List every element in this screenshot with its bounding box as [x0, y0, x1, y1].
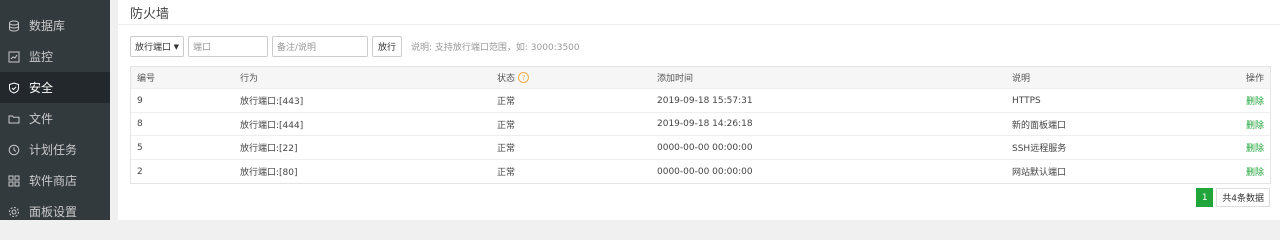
clock-icon	[8, 144, 20, 156]
table-row: 8 放行端口:[444] 正常 2019-09-18 14:26:18 新的面板…	[131, 113, 1270, 136]
row-id: 5	[137, 142, 143, 153]
sidebar-item-label: 文件	[29, 112, 54, 126]
folder-icon	[8, 113, 20, 125]
note-input[interactable]: 备注/说明	[272, 36, 368, 57]
delete-link[interactable]: 删除	[1246, 160, 1264, 183]
firewall-toolbar: 放行端口 ▼ 端口 备注/说明 放行 说明: 支持放行端口范围，如: 3000:…	[130, 36, 580, 57]
pagination: 1 共4条数据	[1196, 188, 1270, 207]
table-header: 编号 行为 状态 ? 添加时间 说明 操作	[131, 67, 1270, 89]
row-id: 9	[137, 95, 143, 106]
row-desc: SSH远程服务	[1012, 144, 1067, 154]
row-status: 正常	[497, 97, 516, 107]
header-status-label: 状态	[497, 74, 516, 84]
row-action: 放行端口:[443]	[240, 97, 304, 107]
row-action: 放行端口:[22]	[240, 144, 298, 154]
shield-icon	[8, 81, 20, 94]
row-desc: 新的面板端口	[1012, 120, 1067, 131]
row-time: 2019-09-18 15:57:31	[657, 95, 753, 106]
row-time: 2019-09-18 14:26:18	[657, 119, 753, 129]
header-id: 编号	[137, 74, 156, 84]
hint-text: 说明: 支持放行端口范围，如: 3000:3500	[411, 43, 580, 53]
port-input-placeholder: 端口	[193, 43, 212, 53]
caret-down-icon: ▼	[173, 42, 179, 51]
table-row: 5 放行端口:[22] 正常 0000-00-00 00:00:00 SSH远程…	[131, 136, 1270, 160]
row-status: 正常	[497, 120, 516, 131]
main-panel: 防火墙 放行端口 ▼ 端口 备注/说明 放行 说明: 支持放行端口范围，如: 3…	[118, 0, 1280, 220]
sidebar-item-label: 安全	[29, 81, 54, 95]
allow-button[interactable]: 放行	[372, 36, 402, 57]
row-status: 正常	[497, 144, 516, 154]
grid-icon	[8, 175, 20, 187]
database-icon	[8, 20, 20, 32]
sidebar-item-label: 面板设置	[29, 205, 78, 219]
rule-type-value: 放行端口	[135, 43, 172, 53]
row-desc: 网站默认端口	[1012, 168, 1067, 178]
pagination-total: 共4条数据	[1216, 188, 1270, 207]
header-desc: 说明	[1012, 74, 1031, 84]
sidebar-item-security[interactable]: 安全	[0, 72, 110, 103]
gear-icon	[8, 206, 20, 218]
rule-type-select[interactable]: 放行端口 ▼	[130, 36, 184, 57]
port-input[interactable]: 端口	[188, 36, 268, 57]
sidebar-item-store[interactable]: 软件商店	[0, 165, 110, 196]
row-id: 2	[137, 166, 143, 177]
note-input-placeholder: 备注/说明	[277, 43, 317, 53]
firewall-table: 编号 行为 状态 ? 添加时间 说明 操作 9 放行端口:[443] 正常 20…	[130, 66, 1271, 184]
row-id: 8	[137, 119, 143, 129]
sidebar-item-label: 软件商店	[29, 174, 78, 188]
row-time: 0000-00-00 00:00:00	[657, 166, 753, 177]
sidebar-item-settings[interactable]: 面板设置	[0, 196, 110, 227]
header-time: 添加时间	[657, 74, 694, 84]
page-title: 防火墙	[118, 0, 1280, 25]
app-root: 数据库 监控 安全 文件 计划任务 软件商店 面板设置 防火墙 放行端口 ▼ 端…	[0, 0, 1280, 220]
delete-link[interactable]: 删除	[1246, 89, 1264, 112]
table-row: 2 放行端口:[80] 正常 0000-00-00 00:00:00 网站默认端…	[131, 160, 1270, 183]
delete-link[interactable]: 删除	[1246, 113, 1264, 135]
header-action: 行为	[240, 74, 259, 84]
sidebar-item-label: 监控	[29, 50, 54, 64]
sidebar-item-label: 计划任务	[29, 143, 78, 157]
sidebar-item-label: 数据库	[29, 19, 66, 33]
table-row: 9 放行端口:[443] 正常 2019-09-18 15:57:31 HTTP…	[131, 89, 1270, 113]
row-action: 放行端口:[80]	[240, 168, 298, 178]
sidebar-item-cron[interactable]: 计划任务	[0, 134, 110, 165]
header-ops: 操作	[1245, 74, 1264, 84]
header-status: 状态 ?	[497, 67, 530, 88]
help-icon[interactable]: ?	[518, 72, 530, 83]
row-status: 正常	[497, 168, 516, 178]
row-time: 0000-00-00 00:00:00	[657, 142, 753, 153]
sidebar-item-files[interactable]: 文件	[0, 103, 110, 134]
delete-link[interactable]: 删除	[1246, 136, 1264, 159]
sidebar: 数据库 监控 安全 文件 计划任务 软件商店 面板设置	[0, 0, 110, 220]
sidebar-item-database[interactable]: 数据库	[0, 10, 110, 41]
page-number-current[interactable]: 1	[1196, 188, 1214, 207]
row-action: 放行端口:[444]	[240, 120, 304, 131]
monitor-icon	[8, 51, 20, 63]
row-desc: HTTPS	[1012, 95, 1041, 106]
sidebar-item-monitor[interactable]: 监控	[0, 41, 110, 72]
